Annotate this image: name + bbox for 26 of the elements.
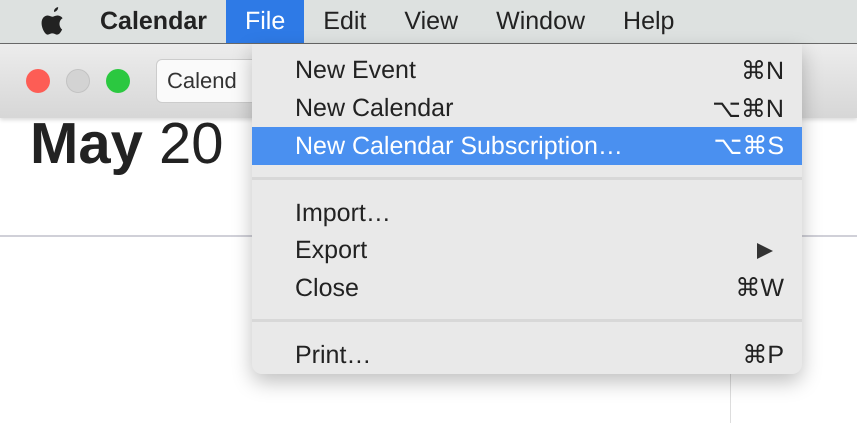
menu-item-label: New Event: [295, 56, 417, 86]
menu-item-label: New Calendar: [295, 94, 454, 124]
month-heading: May 20: [30, 110, 224, 177]
menu-item[interactable]: Export: [252, 232, 802, 270]
menu-bar-item[interactable]: View: [385, 0, 478, 43]
menu-item-label: Export: [295, 236, 368, 266]
close-button[interactable]: [26, 69, 50, 93]
menu-item-label: Print…: [295, 340, 372, 370]
minimize-button[interactable]: [66, 69, 90, 93]
menu-item-label: New Calendar Subscription…: [295, 132, 624, 161]
menu-item[interactable]: Import…: [252, 194, 802, 232]
menu-item-label: Close: [295, 274, 360, 303]
menu-bar-item[interactable]: Help: [604, 0, 694, 43]
menu-bar-item[interactable]: Calendar: [98, 0, 226, 43]
zoom-button[interactable]: [106, 69, 130, 93]
keyboard-shortcut: ⌥⌘N: [712, 94, 784, 124]
keyboard-shortcut: ⌘N: [740, 56, 784, 86]
menu-bar-item[interactable]: File: [226, 0, 304, 43]
menu-item[interactable]: Close ⌘W: [252, 270, 802, 308]
keyboard-shortcut: ⌥⌘S: [714, 131, 784, 162]
menu-item-label: Import…: [295, 198, 392, 228]
menu-bar-item[interactable]: Window: [477, 0, 604, 43]
menu-bar-item[interactable]: Edit: [304, 0, 386, 43]
menu-item[interactable]: Print… ⌘P: [252, 336, 802, 374]
keyboard-shortcut: ⌘W: [735, 273, 784, 304]
keyboard-shortcut: ⌘P: [742, 340, 784, 370]
